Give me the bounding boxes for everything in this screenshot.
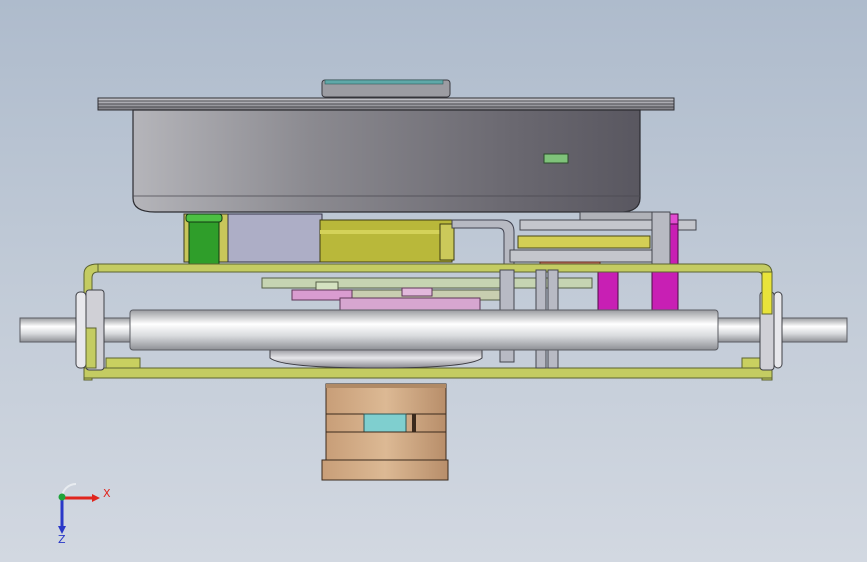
x-axis-label: X	[103, 487, 111, 500]
upper-bracket[interactable]	[651, 211, 671, 265]
green-post[interactable]	[183, 213, 233, 265]
pan-indicator-tab[interactable]	[543, 153, 569, 164]
main-shaft[interactable]	[19, 309, 848, 351]
y-axis-dot	[58, 493, 66, 501]
axis-triad: X Z	[58, 483, 111, 546]
assembly-drawing: X Z	[19, 79, 848, 546]
lower-bearing-stack[interactable]	[321, 383, 449, 481]
pan-top-cap[interactable]	[321, 79, 451, 98]
left-end-ring[interactable]	[75, 289, 105, 371]
motor-housing-block[interactable]	[227, 213, 323, 263]
right-end-ring[interactable]	[759, 271, 783, 371]
cad-viewport[interactable]: X Z	[0, 0, 867, 562]
yellow-gear-cylinder[interactable]	[319, 219, 455, 263]
z-axis-label: Z	[58, 533, 66, 546]
pan-lid-lip[interactable]	[97, 97, 675, 111]
lower-bowl[interactable]	[269, 347, 483, 369]
